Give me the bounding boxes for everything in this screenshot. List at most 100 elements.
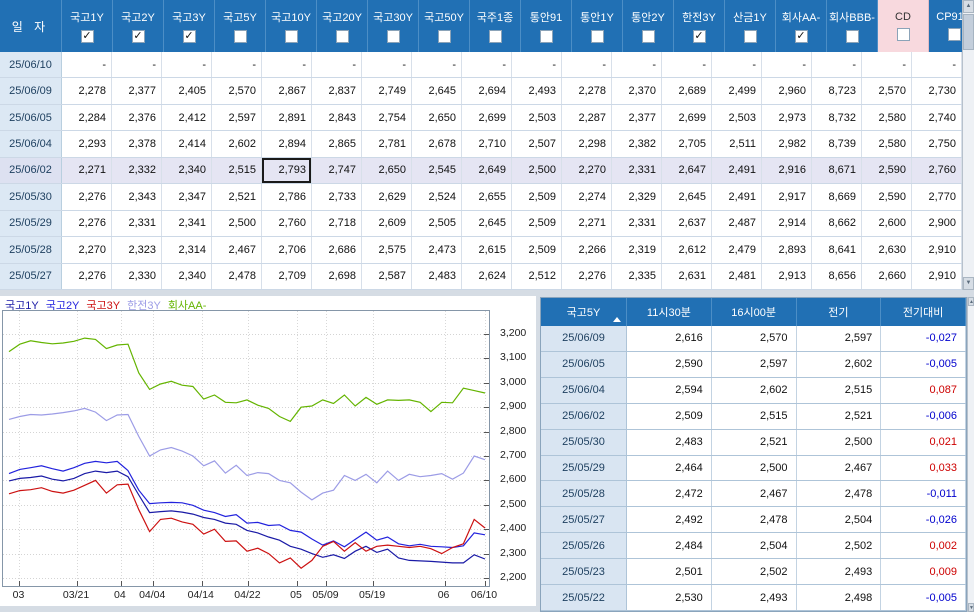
rate-cell[interactable]: 2,580 — [862, 131, 912, 157]
rate-cell[interactable]: 2,916 — [762, 157, 812, 184]
detail-column-header-전기[interactable]: 전기 — [797, 298, 882, 326]
rate-cell[interactable]: 2,507 — [512, 131, 562, 157]
column-header-산금1Y[interactable]: 산금1Y — [725, 0, 776, 52]
rate-cell[interactable]: 2,278 — [562, 78, 612, 104]
rate-cell[interactable]: 2,271 — [62, 157, 112, 184]
column-header-회사AA-[interactable]: 회사AA- ✓ — [776, 0, 827, 52]
rate-cell[interactable]: 2,493 — [512, 78, 562, 104]
rate-cell[interactable]: 2,750 — [912, 131, 962, 157]
rate-cell[interactable]: - — [912, 52, 962, 78]
detail-date-cell[interactable]: 25/05/27 — [541, 507, 627, 533]
rate-cell[interactable]: 2,276 — [62, 263, 112, 289]
column-checkbox[interactable] — [590, 30, 604, 43]
rate-cell[interactable]: 2,271 — [562, 210, 612, 237]
column-header-국고20Y[interactable]: 국고20Y — [317, 0, 368, 52]
rate-cell[interactable]: 2,276 — [562, 263, 612, 289]
change-cell[interactable]: -0,026 — [881, 507, 966, 533]
column-header-통안1Y[interactable]: 통안1Y — [572, 0, 623, 52]
rate-cell[interactable]: 2,343 — [112, 184, 162, 210]
rate-cell[interactable]: 2,660 — [862, 263, 912, 289]
date-cell[interactable]: 25/06/04 — [0, 131, 62, 157]
rate-cell[interactable]: 2,699 — [462, 104, 512, 131]
rate-cell[interactable]: 2,917 — [762, 184, 812, 210]
value-cell[interactable]: 2,602 — [712, 377, 797, 403]
rate-cell[interactable]: 2,893 — [762, 237, 812, 263]
rate-cell[interactable]: 2,590 — [862, 157, 912, 184]
value-cell[interactable]: 2,597 — [712, 351, 797, 377]
column-checkbox-checked[interactable]: ✓ — [131, 30, 145, 43]
change-cell[interactable]: 0,087 — [881, 377, 966, 403]
rate-cell[interactable]: 2,637 — [662, 210, 712, 237]
rate-cell[interactable]: 2,982 — [762, 131, 812, 157]
rate-cell[interactable]: 2,587 — [362, 263, 412, 289]
rate-cell[interactable]: 8,669 — [812, 184, 862, 210]
value-cell[interactable]: 2,493 — [797, 559, 882, 585]
rate-cell[interactable]: 2,624 — [462, 263, 512, 289]
rate-cell[interactable]: 2,645 — [662, 184, 712, 210]
change-cell[interactable]: -0,027 — [881, 326, 966, 351]
rate-cell[interactable]: 2,478 — [212, 263, 262, 289]
rate-cell[interactable]: 2,340 — [162, 157, 212, 184]
rates-table-scrollbar[interactable]: ▲ ▼ — [962, 0, 974, 290]
detail-date-cell[interactable]: 25/05/30 — [541, 429, 627, 455]
date-cell[interactable]: 25/06/02 — [0, 157, 62, 184]
column-checkbox[interactable] — [641, 30, 655, 43]
rate-cell[interactable]: - — [812, 52, 862, 78]
rate-cell[interactable]: 2,511 — [712, 131, 762, 157]
rate-cell[interactable]: 2,733 — [312, 184, 362, 210]
value-cell[interactable]: 2,597 — [797, 326, 882, 351]
value-cell[interactable]: 2,493 — [712, 585, 797, 610]
rate-cell[interactable]: 2,491 — [712, 157, 762, 184]
detail-date-cell[interactable]: 25/05/26 — [541, 533, 627, 559]
date-cell[interactable]: 25/05/27 — [0, 263, 62, 289]
column-checkbox[interactable] — [437, 30, 451, 43]
value-cell[interactable]: 2,483 — [627, 429, 712, 455]
rate-cell[interactable]: 2,710 — [462, 131, 512, 157]
rate-cell[interactable]: 2,545 — [412, 157, 462, 184]
rate-cell[interactable]: 2,323 — [112, 237, 162, 263]
column-header-국고3Y[interactable]: 국고3Y ✓ — [164, 0, 215, 52]
rate-cell[interactable]: 2,650 — [362, 157, 412, 184]
rate-cell[interactable]: 2,331 — [612, 157, 662, 184]
rate-cell[interactable]: 2,706 — [262, 237, 312, 263]
scroll-up-icon[interactable]: ▲ — [968, 297, 974, 306]
rate-cell[interactable]: 2,467 — [212, 237, 262, 263]
rate-cell[interactable]: 2,298 — [562, 131, 612, 157]
column-checkbox[interactable] — [233, 30, 247, 43]
rate-cell[interactable]: - — [562, 52, 612, 78]
rate-cell[interactable]: 2,314 — [162, 237, 212, 263]
rate-cell[interactable]: 2,602 — [212, 131, 262, 157]
column-header-회사BBB-[interactable]: 회사BBB- — [827, 0, 878, 52]
rate-cell[interactable]: 2,689 — [662, 78, 712, 104]
value-cell[interactable]: 2,464 — [627, 455, 712, 481]
rate-cell[interactable]: 2,284 — [62, 104, 112, 131]
date-cell[interactable]: 25/05/30 — [0, 184, 62, 210]
rate-cell[interactable]: 8,656 — [812, 263, 862, 289]
column-checkbox[interactable] — [335, 30, 349, 43]
rate-cell[interactable]: 2,913 — [762, 263, 812, 289]
rate-cell[interactable]: 2,266 — [562, 237, 612, 263]
rate-cell[interactable]: 2,699 — [662, 104, 712, 131]
detail-date-cell[interactable]: 25/05/29 — [541, 455, 627, 481]
rate-cell[interactable]: 2,570 — [862, 78, 912, 104]
rate-cell[interactable]: 2,509 — [512, 210, 562, 237]
rate-cell[interactable]: 2,276 — [62, 210, 112, 237]
rate-cell[interactable]: - — [762, 52, 812, 78]
value-cell[interactable]: 2,498 — [797, 585, 882, 610]
rate-cell[interactable]: 2,678 — [412, 131, 462, 157]
rate-cell[interactable]: 2,473 — [412, 237, 462, 263]
rate-cell[interactable]: - — [462, 52, 512, 78]
detail-date-cell[interactable]: 25/06/05 — [541, 351, 627, 377]
rate-cell[interactable]: 2,515 — [212, 157, 262, 184]
rate-cell[interactable]: 2,481 — [712, 263, 762, 289]
rate-cell[interactable]: 2,331 — [612, 210, 662, 237]
rate-cell[interactable]: - — [362, 52, 412, 78]
rate-cell[interactable]: 2,580 — [862, 104, 912, 131]
rate-cell[interactable]: 2,747 — [312, 157, 362, 184]
value-cell[interactable]: 2,502 — [797, 533, 882, 559]
change-cell[interactable]: -0,005 — [881, 351, 966, 377]
value-cell[interactable]: 2,616 — [627, 326, 712, 351]
value-cell[interactable]: 2,478 — [797, 481, 882, 507]
rate-cell[interactable]: 2,370 — [612, 78, 662, 104]
column-header-통안2Y[interactable]: 통안2Y — [623, 0, 674, 52]
